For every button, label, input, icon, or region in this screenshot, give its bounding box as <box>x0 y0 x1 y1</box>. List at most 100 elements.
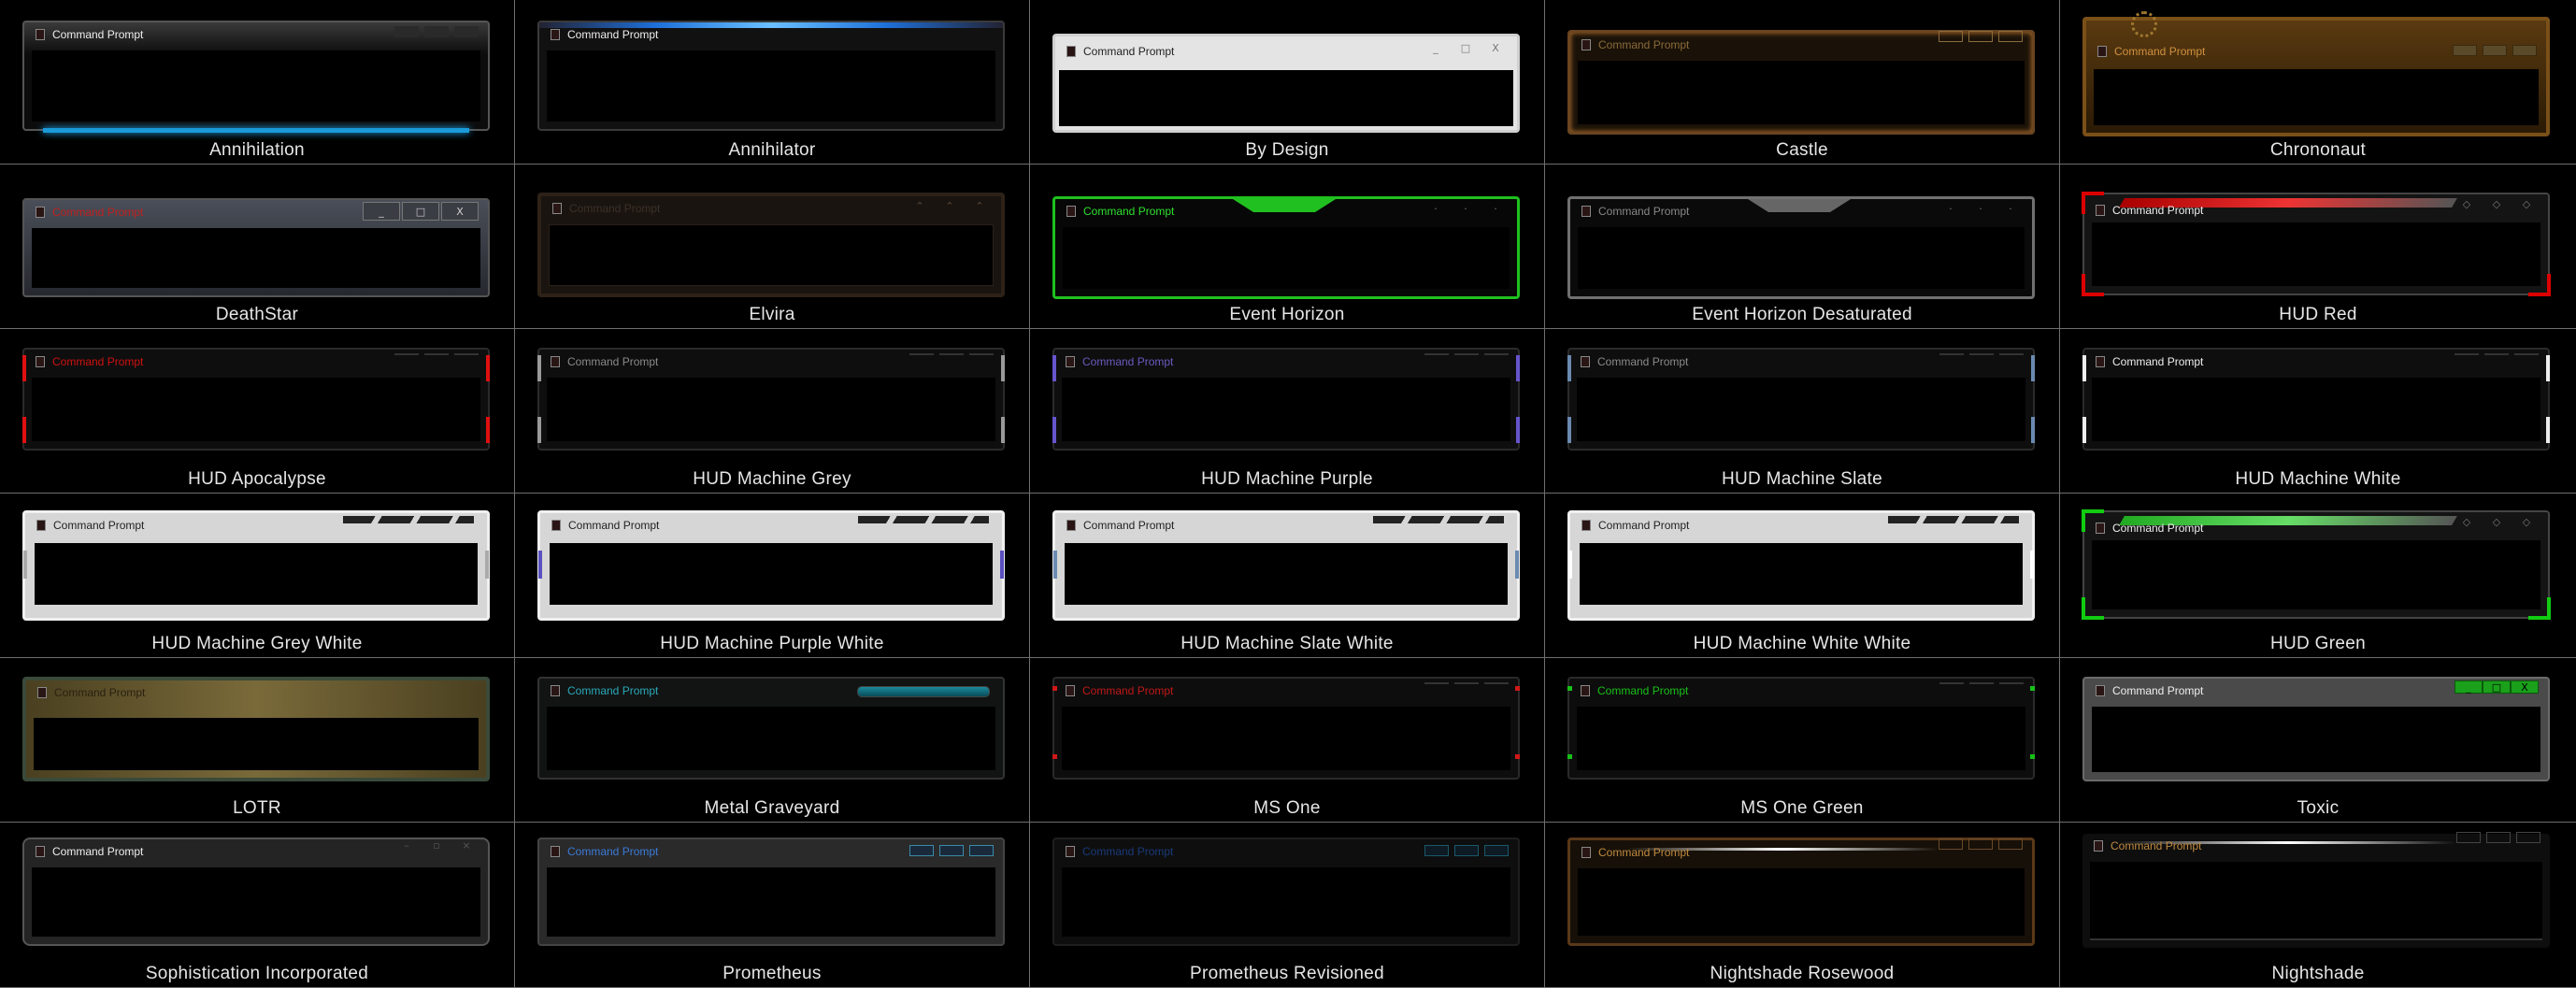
theme-tile-nightshade-rosewood[interactable]: Command Prompt Nightshade Rosewood <box>1545 823 2060 988</box>
close-button[interactable]: ◇ <box>2514 516 2539 527</box>
minimize-button[interactable] <box>909 845 934 856</box>
theme-tile-ms-one[interactable]: Command Prompt MS One <box>1030 658 1545 823</box>
maximize-button[interactable] <box>939 353 964 365</box>
close-button[interactable] <box>2514 353 2539 365</box>
maximize-button[interactable]: ◇ <box>2484 198 2509 209</box>
minimize-button[interactable] <box>1939 682 1964 694</box>
theme-tile-hud-machine-white[interactable]: Command Prompt HUD Machine White <box>2060 329 2576 494</box>
close-button[interactable] <box>1484 845 1509 856</box>
minimize-button[interactable]: – <box>394 839 419 851</box>
close-button[interactable]: X <box>2511 680 2539 694</box>
minimize-button[interactable]: _ <box>1424 42 1448 53</box>
minimize-button[interactable]: · <box>1939 203 1963 214</box>
theme-tile-hud-green[interactable]: Command Prompt ◇ ◇ ◇ HUD Green <box>2060 494 2576 658</box>
theme-tile-hud-red[interactable]: Command Prompt ◇ ◇ ◇ HUD Red <box>2060 165 2576 329</box>
theme-tile-hud-machine-purple[interactable]: Command Prompt HUD Machine Purple <box>1030 329 1545 494</box>
minimize-button[interactable]: _ <box>363 202 400 221</box>
close-button[interactable] <box>2512 45 2537 56</box>
theme-tile-event-horizon-desaturated[interactable]: Command Prompt · · · Event Horizon Desatur… <box>1545 165 2060 329</box>
theme-tile-hud-machine-slate-white[interactable]: Command Prompt HUD Machine Slate White <box>1030 494 1545 658</box>
maximize-button[interactable]: □ <box>2483 680 2511 694</box>
maximize-button[interactable] <box>1454 682 1479 694</box>
minimize-button[interactable] <box>2454 353 2479 365</box>
maximize-button[interactable] <box>2486 832 2511 843</box>
theme-tile-hud-machine-grey[interactable]: Command Prompt HUD Machine Grey <box>515 329 1030 494</box>
close-button[interactable]: X <box>441 202 479 221</box>
theme-tile-annihilator[interactable]: Command Prompt Annihilator <box>515 0 1030 165</box>
minimize-button[interactable]: _ <box>2454 680 2483 694</box>
close-button[interactable] <box>1484 682 1509 694</box>
theme-tile-metal-graveyard[interactable]: Command Prompt Metal Graveyard <box>515 658 1030 823</box>
close-button[interactable] <box>1999 682 2024 694</box>
minimize-button[interactable]: · <box>1424 203 1448 214</box>
minimize-button[interactable] <box>1939 31 1963 42</box>
minimize-button[interactable] <box>1939 353 1964 365</box>
maximize-button[interactable] <box>1968 31 1993 42</box>
maximize-button[interactable]: □ <box>1453 42 1478 53</box>
theme-tile-castle[interactable]: Command Prompt Castle <box>1545 0 2060 165</box>
close-button[interactable] <box>1998 838 2023 850</box>
maximize-button[interactable] <box>1968 838 1993 850</box>
close-button[interactable] <box>1998 31 2023 42</box>
close-button[interactable]: × <box>454 839 479 851</box>
maximize-button[interactable] <box>1454 845 1479 856</box>
maximize-button[interactable] <box>424 26 449 37</box>
theme-tile-event-horizon[interactable]: Command Prompt · · · Event Horizon <box>1030 165 1545 329</box>
theme-tile-prometheus-revisioned[interactable]: Command Prompt Prometheus Revisioned <box>1030 823 1545 988</box>
theme-tile-lotr[interactable]: Command Prompt LOTR <box>0 658 515 823</box>
maximize-button[interactable]: · <box>1968 203 1993 214</box>
theme-tile-sophistication-incorporated[interactable]: Command Prompt – ▫ × Sophistication Incorp… <box>0 823 515 988</box>
minimize-button[interactable] <box>2453 45 2477 56</box>
maximize-button[interactable]: □ <box>402 202 439 221</box>
minimize-button[interactable]: ◇ <box>2454 198 2479 209</box>
close-button[interactable] <box>969 353 994 365</box>
theme-tile-toxic[interactable]: Command Prompt _ □ X Toxic <box>2060 658 2576 823</box>
console-area <box>547 707 995 770</box>
minimize-button[interactable]: ◇ <box>2454 516 2479 527</box>
minimize-button[interactable] <box>394 353 419 365</box>
theme-tile-nightshade[interactable]: Command Prompt Nightshade <box>2060 823 2576 988</box>
maximize-button[interactable]: ⌃ <box>937 200 962 211</box>
maximize-button[interactable] <box>2483 45 2507 56</box>
minimize-button[interactable] <box>1424 845 1449 856</box>
theme-tile-deathstar[interactable]: Command Prompt _ □ X DeathStar <box>0 165 515 329</box>
close-button[interactable]: · <box>1483 203 1508 214</box>
close-button[interactable]: ⌃ <box>967 200 992 211</box>
minimize-button[interactable] <box>1939 838 1963 850</box>
maximize-button[interactable] <box>424 353 449 365</box>
theme-tile-hud-apocalypse[interactable]: Command Prompt HUD Apocalypse <box>0 329 515 494</box>
close-button[interactable] <box>1484 353 1509 365</box>
close-button[interactable] <box>454 353 479 365</box>
maximize-button[interactable] <box>2484 353 2509 365</box>
theme-tile-hud-machine-slate[interactable]: Command Prompt HUD Machine Slate <box>1545 329 2060 494</box>
theme-tile-by-design[interactable]: Command Prompt _ □ X By Design <box>1030 0 1545 165</box>
theme-tile-elvira[interactable]: Command Prompt ⌃ ⌃ ⌃ Elvira <box>515 165 1030 329</box>
close-button[interactable]: · <box>1998 203 2023 214</box>
minimize-button[interactable] <box>1424 682 1449 694</box>
theme-tile-annihilation[interactable]: Command Prompt Annihilation <box>0 0 515 165</box>
maximize-button[interactable] <box>939 845 964 856</box>
minimize-button[interactable] <box>1424 353 1449 365</box>
theme-tile-prometheus[interactable]: Command Prompt Prometheus <box>515 823 1030 988</box>
theme-tile-chrononaut[interactable]: Command Prompt Chrononaut <box>2060 0 2576 165</box>
maximize-button[interactable] <box>1969 353 1994 365</box>
minimize-button[interactable] <box>394 26 419 37</box>
close-button[interactable]: X <box>1483 42 1508 53</box>
close-button[interactable] <box>2516 832 2540 843</box>
close-button[interactable] <box>1999 353 2024 365</box>
minimize-button[interactable]: ⌃ <box>908 200 932 211</box>
maximize-button[interactable]: · <box>1453 203 1478 214</box>
maximize-button[interactable] <box>1454 353 1479 365</box>
theme-tile-hud-machine-grey-white[interactable]: Command Prompt HUD Machine Grey White <box>0 494 515 658</box>
close-button[interactable] <box>454 26 479 37</box>
maximize-button[interactable]: ◇ <box>2484 516 2509 527</box>
minimize-button[interactable] <box>2456 832 2481 843</box>
theme-tile-hud-machine-purple-white[interactable]: Command Prompt HUD Machine Purple White <box>515 494 1030 658</box>
close-button[interactable]: ◇ <box>2514 198 2539 209</box>
theme-tile-ms-one-green[interactable]: Command Prompt MS One Green <box>1545 658 2060 823</box>
maximize-button[interactable]: ▫ <box>424 839 449 851</box>
close-button[interactable] <box>969 845 994 856</box>
maximize-button[interactable] <box>1969 682 1994 694</box>
minimize-button[interactable] <box>909 353 934 365</box>
theme-tile-hud-machine-white-white[interactable]: Command Prompt HUD Machine White White <box>1545 494 2060 658</box>
